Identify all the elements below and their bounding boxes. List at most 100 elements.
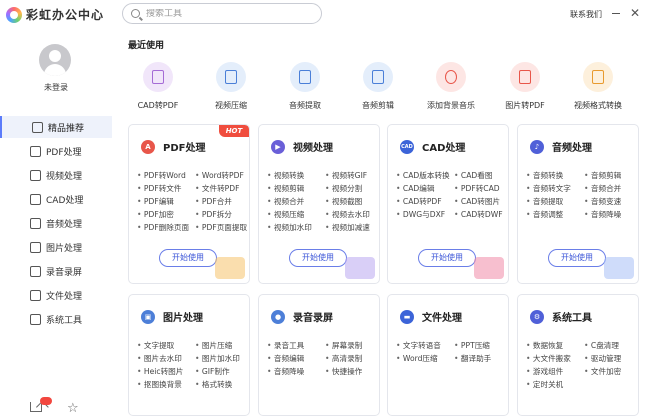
start-button[interactable]: 开始使用: [418, 249, 476, 267]
feature-link[interactable]: 音频合并: [584, 184, 638, 194]
feature-list: 音频转换 音频剪辑 音频转文字 音频合并 音频提取 音频变速 音频调整 音频降噪: [526, 171, 638, 220]
feature-link[interactable]: PDF转CAD: [454, 184, 508, 194]
feature-link[interactable]: 大文件搬家: [526, 354, 584, 364]
feature-link[interactable]: PDF编辑: [137, 197, 195, 207]
feature-link[interactable]: 音频转换: [526, 171, 584, 181]
pdf-icon: A: [141, 139, 155, 154]
feature-link[interactable]: 音频降噪: [267, 367, 325, 377]
feature-link[interactable]: CAD看图: [454, 171, 508, 181]
feature-link[interactable]: 数据恢复: [526, 341, 584, 351]
feature-link[interactable]: 屏幕录制: [325, 341, 379, 351]
feature-link[interactable]: PDF转文件: [137, 184, 195, 194]
feature-link[interactable]: 音频调整: [526, 210, 584, 220]
feature-link[interactable]: 视频分割: [325, 184, 379, 194]
feature-link[interactable]: Word压缩: [396, 354, 454, 364]
card-title: 图片处理: [163, 313, 203, 324]
star-icon[interactable]: ☆: [67, 402, 81, 416]
start-button[interactable]: 开始使用: [548, 249, 606, 267]
recent-item[interactable]: 音频提取: [270, 62, 340, 111]
recent-item[interactable]: 添加背景音乐: [416, 62, 486, 111]
feature-link[interactable]: 驱动管理: [584, 354, 638, 364]
feature-link[interactable]: PDF拆分: [195, 210, 249, 220]
feature-link[interactable]: 游戏组件: [526, 367, 584, 377]
recent-item[interactable]: 音频剪辑: [343, 62, 413, 111]
sidebar-item-video[interactable]: 视频处理: [0, 164, 112, 186]
feature-link[interactable]: PPT压缩: [454, 341, 508, 351]
feature-link[interactable]: PDF合并: [195, 197, 249, 207]
feature-link[interactable]: 音频降噪: [584, 210, 638, 220]
feature-link[interactable]: 音频提取: [526, 197, 584, 207]
video-compress-icon: [216, 62, 246, 92]
sidebar-item-audio[interactable]: 音频处理: [0, 212, 112, 234]
feature-list: 文字提取 图片压缩 图片去水印 图片加水印 Heic转图片 GIF制作 抠图换背…: [137, 341, 249, 390]
feature-link[interactable]: CAD转DWF: [454, 210, 508, 220]
recent-item[interactable]: 图片转PDF: [490, 62, 560, 111]
avatar[interactable]: [39, 44, 71, 76]
feature-link[interactable]: DWG与DXF: [396, 210, 454, 220]
feature-link[interactable]: 视频转换: [267, 171, 325, 181]
feature-link[interactable]: 视频加减速: [325, 223, 379, 233]
feature-link[interactable]: 定时关机: [526, 380, 584, 390]
close-icon[interactable]: ✕: [630, 6, 640, 20]
feature-link[interactable]: PDF加密: [137, 210, 195, 220]
card-title: 录音录屏: [293, 313, 333, 324]
feature-link[interactable]: GIF制作: [195, 367, 249, 377]
recent-item[interactable]: 视频压缩: [196, 62, 266, 111]
feature-link[interactable]: 音频编辑: [267, 354, 325, 364]
recent-item[interactable]: 视频格式转换: [563, 62, 633, 111]
search-input[interactable]: [146, 8, 306, 19]
feature-link[interactable]: 图片压缩: [195, 341, 249, 351]
image-icon: ▣: [141, 309, 155, 324]
feature-link[interactable]: 视频压缩: [267, 210, 325, 220]
sidebar-item-image[interactable]: 图片处理: [0, 236, 112, 258]
sidebar-item-recommended[interactable]: 精品推荐: [0, 116, 112, 138]
sidebar-item-pdf[interactable]: PDF处理: [0, 140, 112, 162]
feature-link[interactable]: 快捷操作: [325, 367, 379, 377]
start-button[interactable]: 开始使用: [289, 249, 347, 267]
thumbs-up-icon: [32, 121, 43, 133]
feature-link[interactable]: CAD转图片: [454, 197, 508, 207]
feature-link[interactable]: 音频转文字: [526, 184, 584, 194]
feature-link[interactable]: PDF转Word: [137, 171, 195, 181]
feature-link[interactable]: 视频转GIF: [325, 171, 379, 181]
card-record: ● 录音录屏 录音工具 屏幕录制 音频编辑 高清录制 音频降噪 快捷操作: [258, 294, 380, 416]
minimize-icon[interactable]: [612, 13, 620, 14]
search-box[interactable]: [122, 3, 322, 24]
feature-link[interactable]: 视频去水印: [325, 210, 379, 220]
gear-icon: ⚙: [530, 309, 544, 324]
feature-link[interactable]: 录音工具: [267, 341, 325, 351]
start-button[interactable]: 开始使用: [159, 249, 217, 267]
recent-item[interactable]: CAD转PDF: [123, 62, 193, 111]
feature-link[interactable]: 视频截图: [325, 197, 379, 207]
sidebar-item-file[interactable]: 文件处理: [0, 284, 112, 306]
feature-link[interactable]: 文字提取: [137, 341, 195, 351]
feature-link[interactable]: 格式转换: [195, 380, 249, 390]
feature-link[interactable]: CAD转PDF: [396, 197, 454, 207]
feature-link[interactable]: CAD编辑: [396, 184, 454, 194]
feature-link[interactable]: Word转PDF: [195, 171, 249, 181]
sidebar-item-system[interactable]: 系统工具: [0, 308, 112, 330]
feature-link[interactable]: 图片加水印: [195, 354, 249, 364]
contact-us-link[interactable]: 联系我们: [570, 9, 602, 20]
image-icon: [30, 241, 41, 253]
feature-link[interactable]: 抠图换背景: [137, 380, 195, 390]
feature-link[interactable]: 文件加密: [584, 367, 638, 377]
feature-link[interactable]: C盘清理: [584, 341, 638, 351]
sidebar-item-cad[interactable]: CAD处理: [0, 188, 112, 210]
feature-link[interactable]: 音频变速: [584, 197, 638, 207]
feature-link[interactable]: 图片去水印: [137, 354, 195, 364]
feature-link[interactable]: 视频加水印: [267, 223, 325, 233]
feature-link[interactable]: 文件转PDF: [195, 184, 249, 194]
feature-link[interactable]: 翻译助手: [454, 354, 508, 364]
feature-link[interactable]: 音频剪辑: [584, 171, 638, 181]
login-status[interactable]: 未登录: [0, 82, 112, 93]
feature-link[interactable]: CAD版本转换: [396, 171, 454, 181]
feature-link[interactable]: PDF页面提取: [195, 223, 249, 233]
feature-link[interactable]: PDF删除页面: [137, 223, 195, 233]
feature-link[interactable]: 文字转语音: [396, 341, 454, 351]
feature-link[interactable]: 视频合并: [267, 197, 325, 207]
feature-link[interactable]: Heic转图片: [137, 367, 195, 377]
feature-link[interactable]: 视频剪辑: [267, 184, 325, 194]
sidebar-item-record[interactable]: 录音录屏: [0, 260, 112, 282]
feature-link[interactable]: 高清录制: [325, 354, 379, 364]
